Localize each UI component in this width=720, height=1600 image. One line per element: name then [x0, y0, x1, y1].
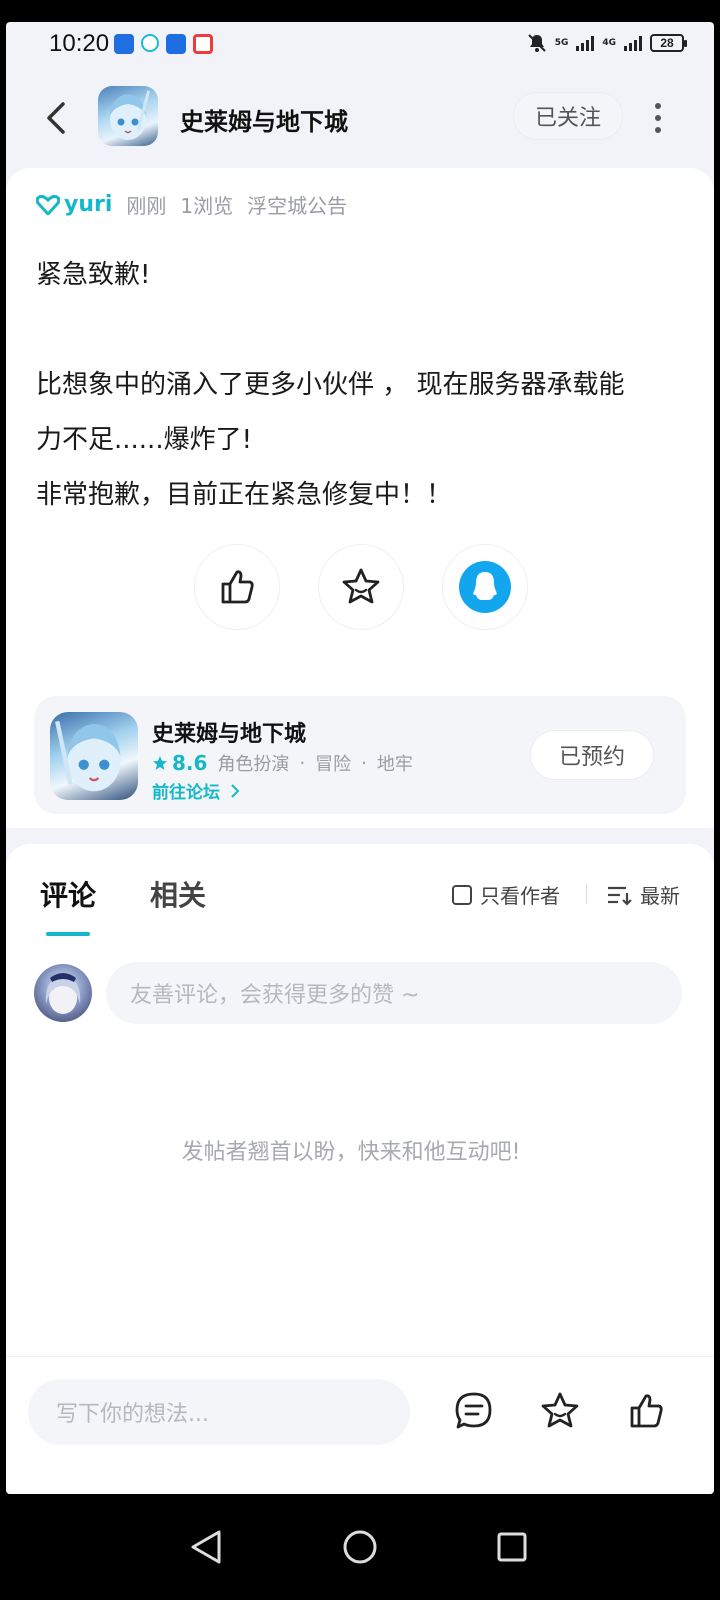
- heart-badge-icon: [36, 194, 60, 215]
- status-bar: 10:20 5G 4G 28: [6, 22, 714, 68]
- signal-icon-1: [576, 35, 595, 51]
- red-app-icon: [193, 34, 213, 54]
- post-line: 比想象中的涌入了更多小伙伴 ， 现在服务器承载能: [36, 370, 625, 400]
- game-tag: 角色扮演: [217, 754, 290, 775]
- bottom-favorite-button[interactable]: [536, 1387, 584, 1435]
- post-body: 紧急致歉! 比想象中的涌入了更多小伙伴 ， 现在服务器承载能 力不足......…: [36, 248, 696, 523]
- favorite-button[interactable]: [318, 544, 404, 630]
- thumbs-up-icon: [221, 570, 254, 604]
- game-card[interactable]: 史莱姆与地下城 8.6 角色扮演 · 冒险 · 地牢 前往论坛 已预约: [34, 696, 686, 814]
- post-meta-row: yuri 刚刚 1浏览 浮空城公告: [36, 190, 347, 219]
- star-filled-icon: [153, 756, 167, 770]
- triangle-back-icon: [191, 1530, 221, 1564]
- post-card: yuri 刚刚 1浏览 浮空城公告 紧急致歉! 比想象中的涌入了更多小伙伴 ， …: [6, 168, 714, 828]
- like-button[interactable]: [194, 544, 280, 630]
- circle-home-icon: [343, 1530, 377, 1564]
- checkbox-icon: [452, 884, 472, 905]
- chat-app-icon: [141, 34, 159, 52]
- post-line: [36, 303, 696, 358]
- post-line: 力不足......爆炸了!: [36, 425, 253, 455]
- status-right: 5G 4G 28: [527, 33, 687, 53]
- tag-separator: ·: [361, 752, 367, 774]
- author-name: yuri: [64, 192, 113, 217]
- star-icon: [342, 568, 380, 604]
- game-meta: 8.6 角色扮演 · 冒险 · 地牢: [152, 750, 413, 776]
- sort-button[interactable]: 最新: [606, 880, 680, 909]
- nav-recents-button[interactable]: [487, 1522, 537, 1572]
- author-only-label: 只看作者: [480, 884, 560, 908]
- author-only-toggle[interactable]: 只看作者: [452, 880, 560, 909]
- post-category[interactable]: 浮空城公告: [247, 190, 347, 219]
- reserve-button[interactable]: 已预约: [530, 730, 654, 780]
- game-tag: 冒险: [315, 754, 352, 775]
- page-title: 史莱姆与地下城: [180, 108, 348, 136]
- user-avatar[interactable]: [34, 964, 92, 1022]
- game-character-image: [110, 90, 151, 140]
- bulb-app-icon: [114, 34, 134, 54]
- game-name: 史莱姆与地下城: [152, 722, 307, 747]
- network-4g-label: 4G: [602, 38, 616, 48]
- game-rating: 8.6: [152, 751, 207, 775]
- tab-related[interactable]: 相关: [150, 874, 206, 914]
- sort-icon: [608, 886, 632, 906]
- battery-icon: 28: [650, 34, 687, 52]
- notification-icons: [114, 34, 213, 54]
- game-icon-large: [50, 712, 138, 800]
- network-5g-label: 5G: [554, 38, 569, 48]
- post-line: 非常抱歉，目前正在紧急修复中！！: [36, 480, 453, 510]
- back-button[interactable]: [36, 98, 76, 138]
- author-link[interactable]: yuri: [36, 192, 112, 217]
- bottom-like-button[interactable]: [622, 1387, 670, 1435]
- game-character-image: [55, 720, 121, 792]
- comments-section: 评论 相关 只看作者 最新 友善评论，会获得更多的赞 ~ 发帖者翘首以盼，快来和…: [6, 844, 714, 1384]
- thumbs-up-icon: [630, 1394, 663, 1428]
- sort-label: 最新: [640, 884, 680, 908]
- comment-button[interactable]: [450, 1387, 498, 1435]
- tab-comments[interactable]: 评论: [40, 874, 96, 914]
- post-views: 1浏览: [180, 194, 234, 218]
- mute-icon: [527, 34, 546, 52]
- avatar-image: [45, 973, 81, 1014]
- comment-icon: [455, 1392, 492, 1429]
- nav-home-button[interactable]: [335, 1522, 385, 1572]
- game-tag: 地牢: [376, 754, 413, 775]
- post-line: 紧急致歉!: [36, 260, 151, 290]
- nav-back-button[interactable]: [181, 1522, 231, 1572]
- empty-comments-hint: 发帖者翘首以盼，快来和他互动吧!: [181, 1140, 521, 1165]
- follow-button[interactable]: 已关注: [513, 92, 623, 140]
- qq-icon: [459, 561, 511, 613]
- share-qq-button[interactable]: [442, 544, 528, 630]
- tab-active-indicator: [46, 932, 90, 936]
- post-time: 刚刚: [126, 194, 167, 218]
- write-comment-input[interactable]: 写下你的想法...: [28, 1379, 410, 1445]
- forum-link-label: 前往论坛: [152, 783, 220, 803]
- rating-value: 8.6: [172, 751, 208, 775]
- system-nav-bar: [0, 1494, 720, 1600]
- divider: [586, 884, 587, 904]
- signal-icon-2: [624, 35, 642, 51]
- comment-input[interactable]: 友善评论，会获得更多的赞 ~: [106, 962, 682, 1024]
- more-menu-icon[interactable]: [646, 98, 670, 138]
- bottom-action-bar: 写下你的想法...: [6, 1356, 714, 1494]
- square-recents-icon: [497, 1532, 527, 1562]
- top-header: 史莱姆与地下城 已关注: [6, 80, 714, 160]
- post-actions: [194, 544, 528, 630]
- tag-separator: ·: [299, 752, 306, 774]
- star-icon: [541, 1392, 579, 1428]
- forum-link[interactable]: 前往论坛: [152, 778, 240, 803]
- game-icon[interactable]: [98, 86, 158, 146]
- status-time: 10:20: [49, 30, 110, 57]
- chevron-right-icon: [231, 784, 240, 798]
- video-app-icon: [166, 34, 186, 54]
- app-screen: 10:20 5G 4G 28 史莱姆与地下城 已关注 yuri 刚刚 1浏览 浮…: [6, 22, 714, 1494]
- chevron-left-icon: [47, 102, 65, 134]
